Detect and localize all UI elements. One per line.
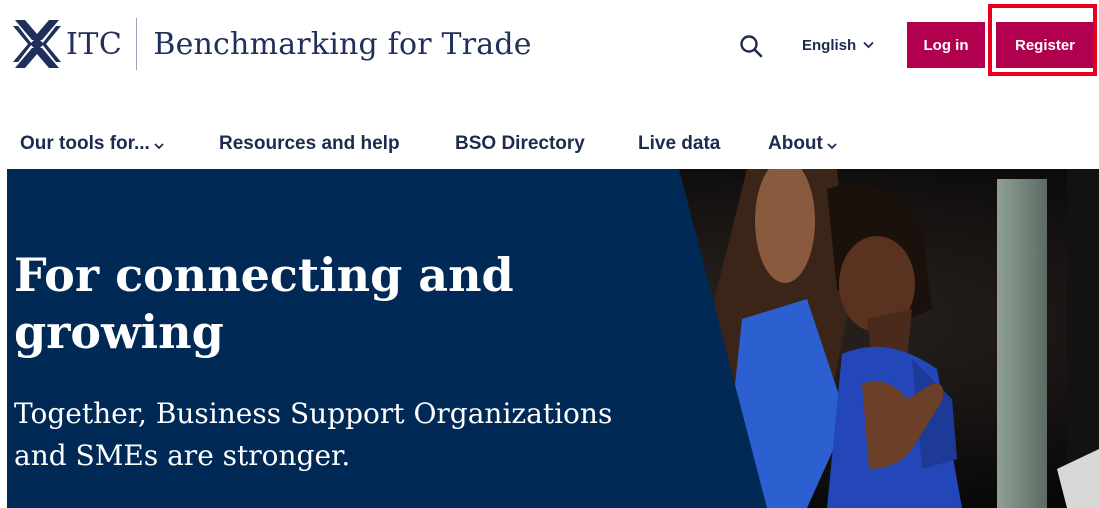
site-logo[interactable]: ITC Benchmarking for Trade	[12, 18, 532, 70]
chevron-down-icon	[154, 143, 164, 150]
nav-item-our-tools[interactable]: Our tools for...	[20, 128, 164, 160]
nav-item-label: BSO Directory	[455, 133, 585, 154]
language-selected-label: English	[802, 36, 857, 54]
chevron-down-icon	[863, 41, 874, 49]
nav-item-about[interactable]: About	[768, 128, 837, 160]
nav-item-label: Live data	[638, 133, 721, 154]
site-header: ITC Benchmarking for Trade English Log i…	[0, 0, 1099, 96]
nav-item-label: Our tools for...	[20, 133, 150, 154]
logo-brand-text: ITC	[66, 26, 123, 62]
language-selector[interactable]: English	[802, 34, 874, 56]
nav-item-label: Resources and help	[219, 133, 400, 154]
nav-item-resources-and-help[interactable]: Resources and help	[219, 128, 400, 160]
logo-site-title: Benchmarking for Trade	[153, 26, 532, 62]
nav-item-live-data[interactable]: Live data	[638, 128, 720, 160]
hero-banner: For connecting and growing Together, Bus…	[7, 169, 1099, 508]
search-button[interactable]	[738, 33, 764, 59]
login-button[interactable]: Log in	[907, 22, 985, 68]
register-button[interactable]: Register	[996, 22, 1094, 68]
nav-item-bso-directory[interactable]: BSO Directory	[455, 128, 585, 160]
main-nav: Our tools for... Resources and help BSO …	[0, 128, 1099, 160]
chevron-down-icon	[827, 143, 837, 150]
nav-item-label: About	[768, 133, 823, 154]
hero-title: For connecting and growing	[14, 248, 514, 359]
itc-logo-icon	[13, 20, 61, 68]
hero-subtitle: Together, Business Support Organizations…	[14, 397, 613, 472]
logo-divider	[136, 18, 138, 70]
search-icon	[740, 35, 763, 58]
